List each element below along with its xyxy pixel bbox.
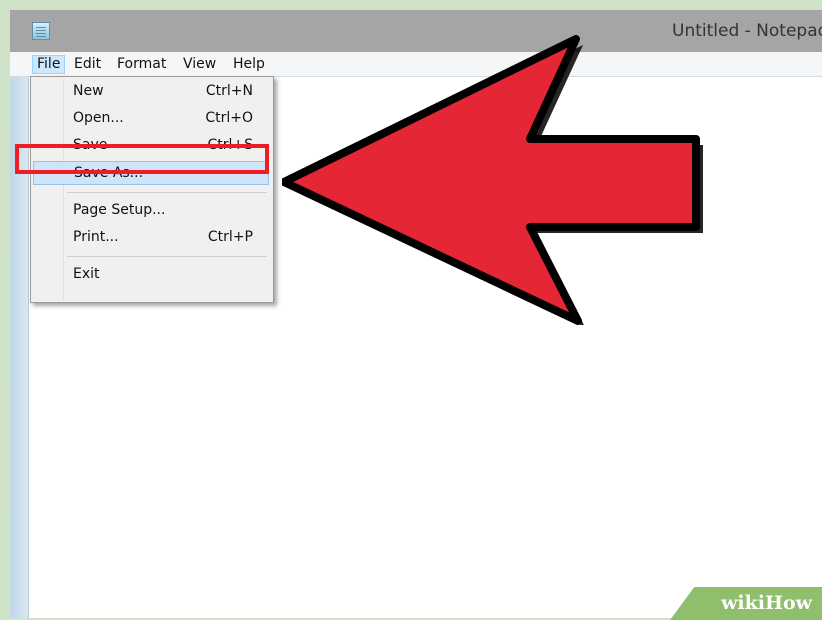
menu-item-new[interactable]: New Ctrl+N — [33, 80, 269, 104]
window-left-edge — [10, 10, 30, 618]
save-as-highlight-box — [15, 144, 269, 174]
menu-separator — [67, 256, 267, 257]
menu-item-label: Page Setup... — [73, 202, 166, 218]
menu-item-shortcut: Ctrl+O — [205, 110, 253, 126]
menu-item-label: Open... — [73, 110, 124, 126]
menu-file[interactable]: File — [32, 55, 66, 74]
watermark-text: wikiHow — [721, 592, 812, 614]
pointer-arrow-icon — [282, 35, 724, 325]
menu-item-label: Exit — [73, 266, 100, 282]
file-dropdown-menu: New Ctrl+N Open... Ctrl+O Save Ctrl+S Sa… — [30, 76, 274, 303]
screenshot-stage: Untitled - Notepad File Edit Format View… — [0, 0, 822, 620]
menu-edit[interactable]: Edit — [70, 55, 105, 74]
menu-item-exit[interactable]: Exit — [33, 263, 269, 287]
menu-item-print[interactable]: Print... Ctrl+P — [33, 226, 269, 250]
menu-help[interactable]: Help — [229, 55, 269, 74]
menu-item-page-setup[interactable]: Page Setup... — [33, 199, 269, 223]
menu-item-label: New — [73, 83, 104, 99]
wikihow-watermark-logo: wikiHow — [670, 587, 822, 620]
menu-item-shortcut: Ctrl+N — [205, 83, 253, 99]
menu-item-label: Print... — [73, 229, 119, 245]
menu-separator — [67, 192, 267, 193]
notepad-icon — [32, 22, 50, 40]
menu-item-open[interactable]: Open... Ctrl+O — [33, 107, 269, 131]
menu-item-shortcut: Ctrl+P — [207, 229, 253, 245]
menu-format[interactable]: Format — [113, 55, 170, 74]
menu-view[interactable]: View — [179, 55, 220, 74]
